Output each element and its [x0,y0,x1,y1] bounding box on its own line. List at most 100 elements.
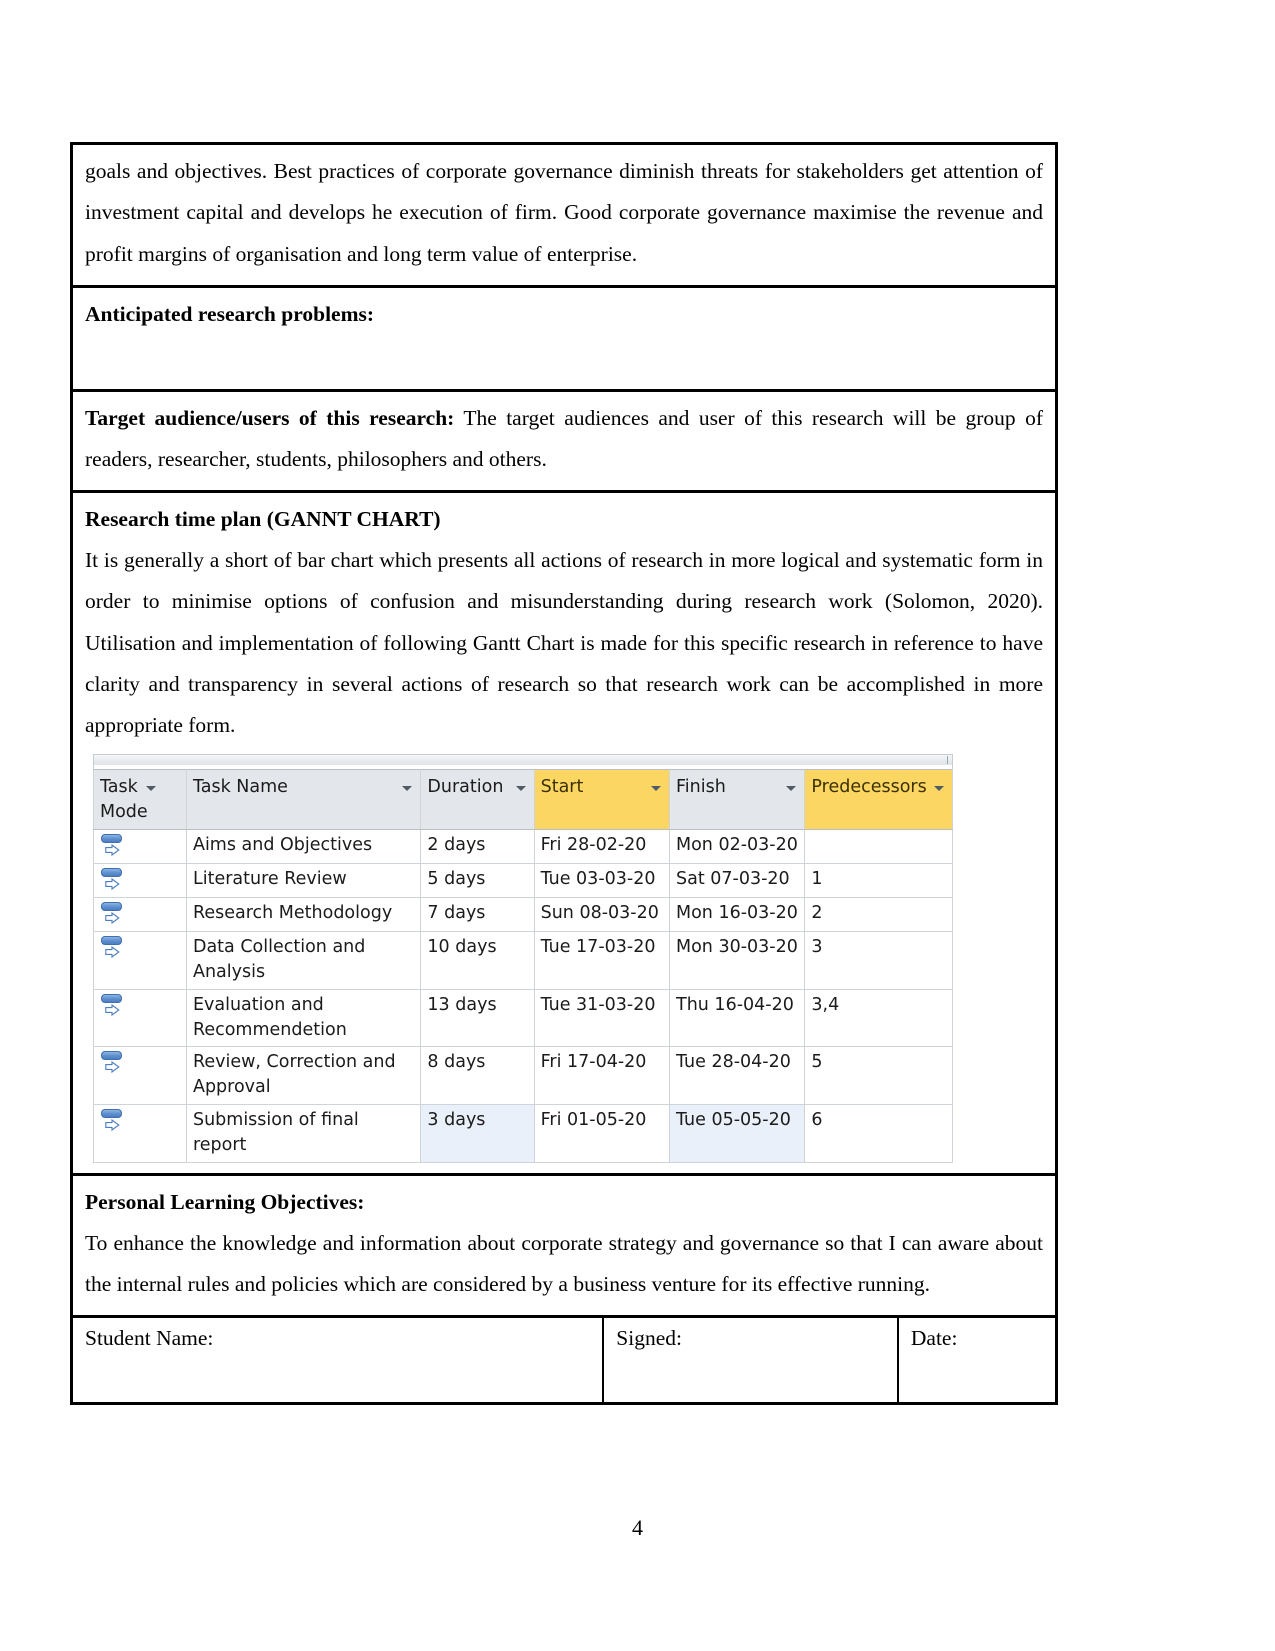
task-duration-cell[interactable]: 3 days [420,1104,535,1163]
column-header-start[interactable]: Start [533,769,671,831]
task-name-cell[interactable]: Aims and Objectives [185,829,422,865]
table-row[interactable]: Review, Correction and Approval 8 days F… [93,1046,953,1106]
task-finish-cell[interactable]: Thu 16-04-20 [668,988,806,1048]
gantt-chart-screenshot: Task Mode Task Name Duration Start Finis… [93,754,953,1163]
page-number: 4 [632,1515,643,1540]
target-audience-cell: Target audience/users of this research: … [73,392,1055,491]
filter-chevron-down-icon[interactable] [934,786,944,792]
task-duration-cell[interactable]: 5 days [420,863,535,899]
gantt-table-body: Aims and Objectives 2 days Fri 28-02-20 … [93,829,953,1163]
intro-paragraph-text: goals and objectives. Best practices of … [85,159,1043,266]
intro-paragraph-cell: goals and objectives. Best practices of … [73,145,1055,285]
task-duration-cell[interactable]: 7 days [420,897,535,933]
column-header-task-mode[interactable]: Task Mode [93,769,187,831]
manually-scheduled-task-icon [100,935,130,961]
task-name-cell[interactable]: Evaluation and Recommendetion [185,988,422,1048]
table-row[interactable]: Evaluation and Recommendetion 13 days Tu… [93,988,953,1048]
task-duration-cell[interactable]: 13 days [420,988,535,1048]
research-plan-heading: Research time plan (GANNT CHART) [85,507,441,532]
table-row[interactable]: Literature Review 5 days Tue 03-03-20 Sa… [93,863,953,899]
personal-learning-objectives-cell: Personal Learning Objectives: To enhance… [73,1176,1055,1315]
task-predecessors-cell[interactable]: 1 [804,863,953,899]
task-finish-cell[interactable]: Mon 02-03-20 [668,829,806,865]
column-header-finish[interactable]: Finish [668,769,806,831]
filter-chevron-down-icon[interactable] [786,786,797,792]
task-finish-cell[interactable]: Tue 28-04-20 [668,1046,806,1106]
column-header-task-name[interactable]: Task Name [185,769,422,831]
task-start-cell[interactable]: Tue 03-03-20 [533,863,671,899]
research-plan-paragraph: It is generally a short of bar chart whi… [85,548,1043,738]
column-header-duration-label: Duration [427,777,504,798]
gantt-table-head: Task Mode Task Name Duration Start Finis… [93,769,953,831]
task-mode-cell[interactable] [93,863,187,899]
student-name-field[interactable]: Student Name: [73,1318,605,1403]
column-header-predecessors-label: Predecessors [811,777,927,798]
manually-scheduled-task-icon [100,993,130,1019]
task-finish-cell[interactable]: Sat 07-03-20 [668,863,806,899]
table-row[interactable]: Submission of final report 3 days Fri 01… [93,1104,953,1163]
target-audience-paragraph: Target audience/users of this research: … [85,398,1043,481]
gantt-timescale-tick [947,756,948,765]
task-mode-cell[interactable] [93,988,187,1048]
task-name-cell[interactable]: Submission of final report [185,1104,422,1163]
column-header-task-mode-label: Task Mode [100,777,148,823]
task-finish-cell[interactable]: Tue 05-05-20 [668,1104,806,1163]
manually-scheduled-task-icon [100,833,130,859]
research-time-plan-row: Research time plan (GANNT CHART) It is g… [73,493,1055,1176]
task-start-cell[interactable]: Tue 17-03-20 [533,931,671,990]
table-row[interactable]: Data Collection and Analysis 10 days Tue… [93,931,953,990]
anticipated-problems-blank-area [85,335,1043,379]
signed-field[interactable]: Signed: [603,1318,899,1403]
filter-chevron-down-icon[interactable] [651,786,661,792]
task-start-cell[interactable]: Tue 31-03-20 [533,988,671,1048]
task-predecessors-cell[interactable]: 6 [804,1104,953,1163]
gantt-task-table: Task Mode Task Name Duration Start Finis… [93,769,953,1163]
document-page: goals and objectives. Best practices of … [0,0,1275,1651]
table-row[interactable]: Research Methodology 7 days Sun 08-03-20… [93,897,953,933]
task-start-cell[interactable]: Fri 01-05-20 [533,1104,671,1163]
task-predecessors-cell[interactable]: 2 [804,897,953,933]
task-start-cell[interactable]: Fri 17-04-20 [533,1046,671,1106]
task-mode-cell[interactable] [93,931,187,990]
task-finish-cell[interactable]: Mon 16-03-20 [668,897,806,933]
task-mode-cell[interactable] [93,1104,187,1163]
task-name-cell[interactable]: Data Collection and Analysis [185,931,422,990]
filter-chevron-down-icon[interactable] [402,786,413,792]
target-audience-heading: Target audience/users of this research: [85,405,455,430]
gantt-header-row: Task Mode Task Name Duration Start Finis… [93,769,953,831]
task-duration-cell[interactable]: 10 days [420,931,535,990]
task-name-cell[interactable]: Review, Correction and Approval [185,1046,422,1106]
intro-paragraph-row: goals and objectives. Best practices of … [73,145,1055,288]
filter-chevron-down-icon[interactable] [146,786,156,792]
table-row[interactable]: Aims and Objectives 2 days Fri 28-02-20 … [93,829,953,865]
column-header-duration[interactable]: Duration [420,769,535,831]
personal-objectives-heading: Personal Learning Objectives: [85,1189,365,1214]
task-predecessors-cell[interactable]: 3,4 [804,988,953,1048]
manually-scheduled-task-icon [100,1050,130,1076]
date-field[interactable]: Date: [898,1318,1055,1402]
task-mode-cell[interactable] [93,829,187,865]
filter-chevron-down-icon[interactable] [515,786,526,792]
personal-learning-objectives-row: Personal Learning Objectives: To enhance… [73,1176,1055,1319]
personal-objectives-paragraph: To enhance the knowledge and information… [85,1230,1043,1296]
task-predecessors-cell[interactable]: 3 [804,931,953,990]
signature-table: Student Name: Signed: Date: [73,1318,1055,1403]
task-name-cell[interactable]: Research Methodology [185,897,422,933]
manually-scheduled-task-icon [100,901,130,927]
task-duration-cell[interactable]: 8 days [420,1046,535,1106]
task-start-cell[interactable]: Sun 08-03-20 [533,897,671,933]
task-mode-cell[interactable] [93,1046,187,1106]
manually-scheduled-task-icon [100,867,130,893]
task-start-cell[interactable]: Fri 28-02-20 [533,829,671,865]
task-name-cell[interactable]: Literature Review [185,863,422,899]
column-header-predecessors[interactable]: Predecessors [804,769,953,831]
task-mode-cell[interactable] [93,897,187,933]
signature-fields-row: Student Name: Signed: Date: [73,1318,1055,1403]
anticipated-problems-cell: Anticipated research problems: [73,288,1055,389]
task-predecessors-cell[interactable]: 5 [804,1046,953,1106]
target-audience-row: Target audience/users of this research: … [73,392,1055,494]
task-finish-cell[interactable]: Mon 30-03-20 [668,931,806,990]
task-duration-cell[interactable]: 2 days [420,829,535,865]
task-predecessors-cell[interactable] [804,829,953,865]
anticipated-problems-row: Anticipated research problems: [73,288,1055,392]
